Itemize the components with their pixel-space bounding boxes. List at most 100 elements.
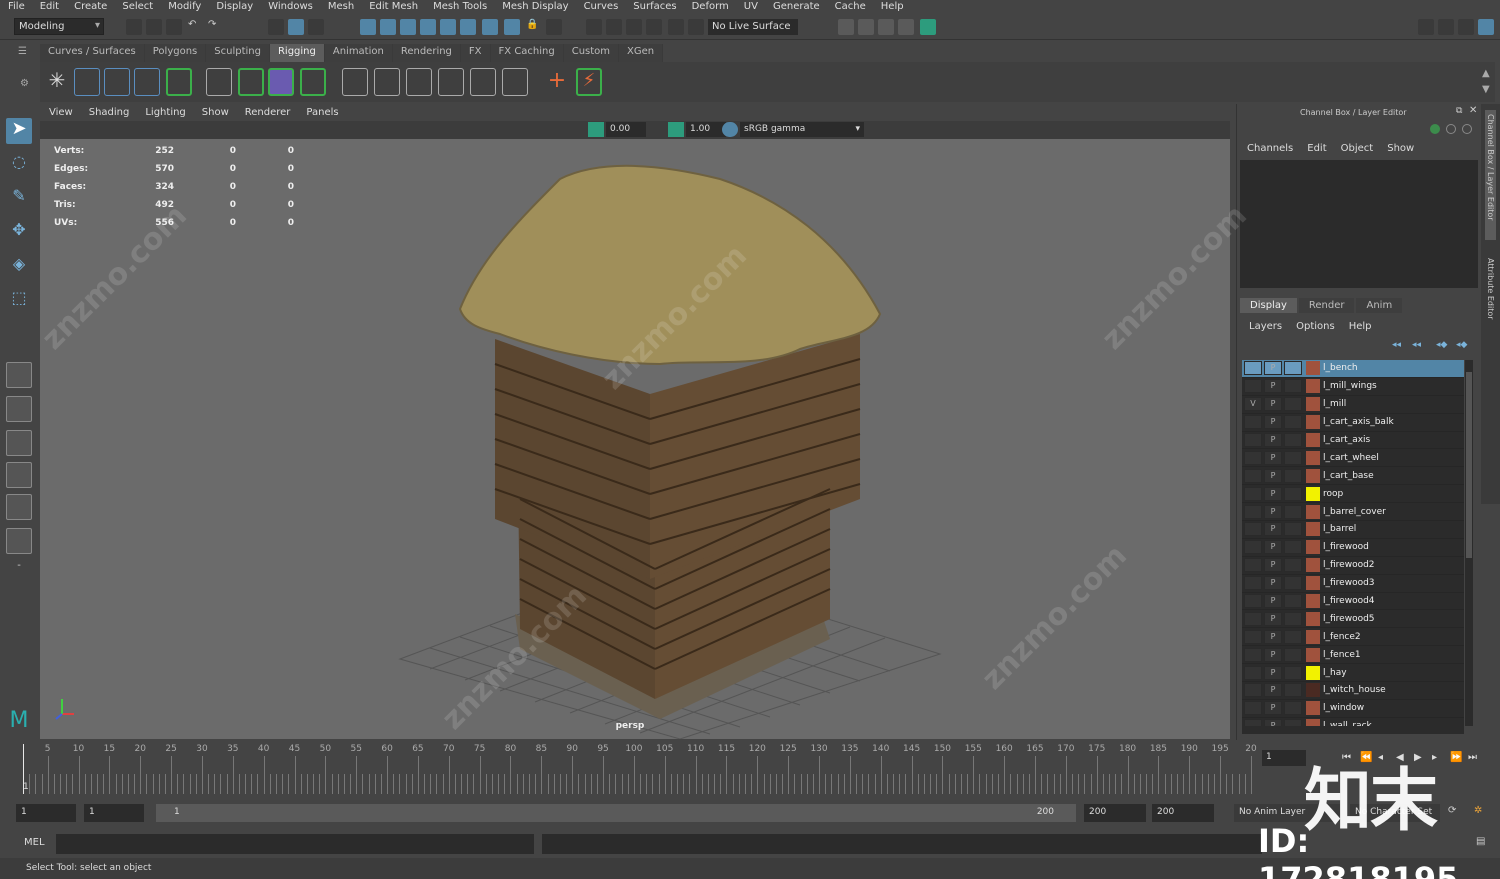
animation-start-field[interactable]: 1 bbox=[16, 804, 76, 822]
layer-hscrollbar[interactable] bbox=[1242, 726, 1464, 734]
layer-row[interactable]: Pl_barrel_cover bbox=[1242, 503, 1464, 522]
visibility-toggle[interactable] bbox=[1244, 629, 1262, 644]
display-type-toggle[interactable] bbox=[1284, 397, 1302, 412]
select-tool-icon[interactable]: ➤ bbox=[6, 118, 32, 144]
menu-windows[interactable]: Windows bbox=[260, 0, 320, 14]
paint-select-icon[interactable]: ✎ bbox=[6, 186, 32, 212]
display-type-toggle[interactable] bbox=[1284, 665, 1302, 680]
layer-row[interactable]: V Pl_mill bbox=[1242, 396, 1464, 414]
layer-row[interactable]: Pl_mill_wings bbox=[1242, 378, 1464, 396]
paint-weights-icon[interactable] bbox=[238, 68, 264, 96]
playback-toggle[interactable]: P bbox=[1264, 647, 1282, 662]
axis-toggle-icon[interactable] bbox=[1430, 124, 1440, 134]
new-layer-selected-icon[interactable]: ◂◆ bbox=[1456, 340, 1467, 350]
layer-color-swatch[interactable] bbox=[1306, 719, 1320, 726]
playback-toggle[interactable]: P bbox=[1264, 361, 1282, 376]
menu-mesh-tools[interactable]: Mesh Tools bbox=[425, 0, 494, 14]
playback-toggle[interactable]: P bbox=[1264, 701, 1282, 716]
menu-surfaces[interactable]: Surfaces bbox=[625, 0, 683, 14]
display-type-toggle[interactable] bbox=[1284, 558, 1302, 573]
display-type-toggle[interactable] bbox=[1284, 415, 1302, 430]
layer-color-swatch[interactable] bbox=[1306, 594, 1320, 609]
playback-start-field[interactable]: 1 bbox=[84, 804, 144, 822]
playback-toggle[interactable]: P bbox=[1264, 486, 1282, 501]
layer-row[interactable]: Pl_cart_wheel bbox=[1242, 449, 1464, 468]
filter-icon[interactable] bbox=[668, 19, 684, 35]
snap-point-icon[interactable] bbox=[400, 19, 416, 35]
ipr-render-icon[interactable] bbox=[878, 19, 894, 35]
visibility-toggle[interactable] bbox=[1244, 504, 1262, 519]
locator-icon[interactable] bbox=[134, 68, 160, 96]
menu-cache[interactable]: Cache bbox=[827, 0, 873, 14]
layer-row[interactable]: Pl_firewood5 bbox=[1242, 610, 1464, 629]
layer-row[interactable]: Pl_firewood bbox=[1242, 539, 1464, 557]
float-panel-icon[interactable]: ⧉ bbox=[1456, 106, 1462, 116]
exposure-field[interactable]: 0.00 bbox=[606, 122, 646, 137]
layer-menu-options[interactable]: Options bbox=[1289, 320, 1342, 334]
visibility-toggle[interactable] bbox=[1244, 558, 1262, 573]
rotate-tool-icon[interactable]: ◈ bbox=[6, 254, 32, 280]
layer-row[interactable]: Pl_fence1 bbox=[1242, 646, 1464, 665]
lasso-icon[interactable] bbox=[606, 19, 622, 35]
layer-row[interactable]: Proop bbox=[1242, 485, 1464, 504]
workspace-icon[interactable] bbox=[1418, 19, 1434, 35]
playback-toggle[interactable]: P bbox=[1264, 665, 1282, 680]
playback-toggle[interactable]: P bbox=[1264, 504, 1282, 519]
lock-icon[interactable]: 🔒 bbox=[526, 19, 542, 35]
layer-color-swatch[interactable] bbox=[1306, 379, 1320, 394]
visibility-toggle[interactable] bbox=[1244, 468, 1262, 483]
four-pane-icon[interactable] bbox=[6, 396, 32, 422]
menu-file[interactable]: File bbox=[0, 0, 32, 14]
shelf-tab-curves-surfaces[interactable]: Curves / Surfaces bbox=[40, 44, 145, 62]
lasso-tool-icon[interactable]: ◌ bbox=[6, 152, 32, 178]
display-type-toggle[interactable] bbox=[1284, 576, 1302, 591]
render-settings-icon[interactable] bbox=[898, 19, 914, 35]
layer-color-swatch[interactable] bbox=[1306, 486, 1320, 501]
persp-outliner-icon[interactable] bbox=[6, 494, 32, 520]
display-type-toggle[interactable] bbox=[1284, 504, 1302, 519]
layer-row[interactable]: Pl_barrel bbox=[1242, 521, 1464, 539]
side-by-side-icon[interactable] bbox=[6, 430, 32, 456]
visibility-toggle[interactable] bbox=[1244, 361, 1262, 376]
cluster-icon[interactable] bbox=[166, 68, 192, 96]
layer-row[interactable]: Pl_fence2 bbox=[1242, 628, 1464, 647]
playback-toggle[interactable]: P bbox=[1264, 558, 1282, 573]
render-view-icon[interactable] bbox=[838, 19, 854, 35]
visibility-toggle[interactable] bbox=[1244, 683, 1262, 698]
display-type-toggle[interactable] bbox=[1284, 629, 1302, 644]
layer-color-swatch[interactable] bbox=[1306, 522, 1320, 537]
animation-end-field[interactable]: 200 bbox=[1152, 804, 1214, 822]
playback-toggle[interactable]: P bbox=[1264, 540, 1282, 555]
viewport-menu-lighting[interactable]: Lighting bbox=[136, 106, 192, 120]
tab-display[interactable]: Display bbox=[1240, 298, 1297, 313]
layer-color-swatch[interactable] bbox=[1306, 665, 1320, 680]
hypershade-icon[interactable] bbox=[920, 19, 936, 35]
display-type-toggle[interactable] bbox=[1284, 594, 1302, 609]
exposure-icon[interactable] bbox=[588, 122, 604, 137]
menu-generate[interactable]: Generate bbox=[765, 0, 827, 14]
speed-toggle-icon[interactable] bbox=[1462, 124, 1472, 134]
layer-row[interactable]: Pl_bench bbox=[1242, 360, 1464, 378]
viewport-menu-renderer[interactable]: Renderer bbox=[236, 106, 298, 120]
layer-row[interactable]: Pl_cart_axis bbox=[1242, 432, 1464, 450]
layer-row[interactable]: Pl_cart_base bbox=[1242, 467, 1464, 486]
visibility-toggle[interactable] bbox=[1244, 701, 1262, 716]
playback-toggle[interactable]: P bbox=[1264, 719, 1282, 726]
visibility-toggle[interactable] bbox=[1244, 540, 1262, 555]
channel-box-area[interactable] bbox=[1240, 160, 1478, 288]
scale-tool-icon[interactable]: ⬚ bbox=[6, 288, 32, 314]
anim-prefs-icon[interactable]: ✲ bbox=[1474, 805, 1482, 816]
manip-toggle-icon[interactable] bbox=[1446, 124, 1456, 134]
visibility-toggle[interactable] bbox=[1244, 379, 1262, 394]
visibility-toggle[interactable] bbox=[1244, 576, 1262, 591]
layer-color-swatch[interactable] bbox=[1306, 504, 1320, 519]
close-icon[interactable]: ✕ bbox=[1469, 105, 1477, 116]
snap-center-icon[interactable] bbox=[482, 19, 498, 35]
viewport-menu-view[interactable]: View bbox=[40, 106, 80, 120]
new-scene-icon[interactable] bbox=[126, 19, 142, 35]
shelf-tab-custom[interactable]: Custom bbox=[563, 44, 620, 62]
snap-vertex-icon[interactable] bbox=[460, 19, 476, 35]
display-type-toggle[interactable] bbox=[1284, 486, 1302, 501]
menu-create[interactable]: Create bbox=[66, 0, 114, 14]
bind-skin-icon[interactable] bbox=[206, 68, 232, 96]
